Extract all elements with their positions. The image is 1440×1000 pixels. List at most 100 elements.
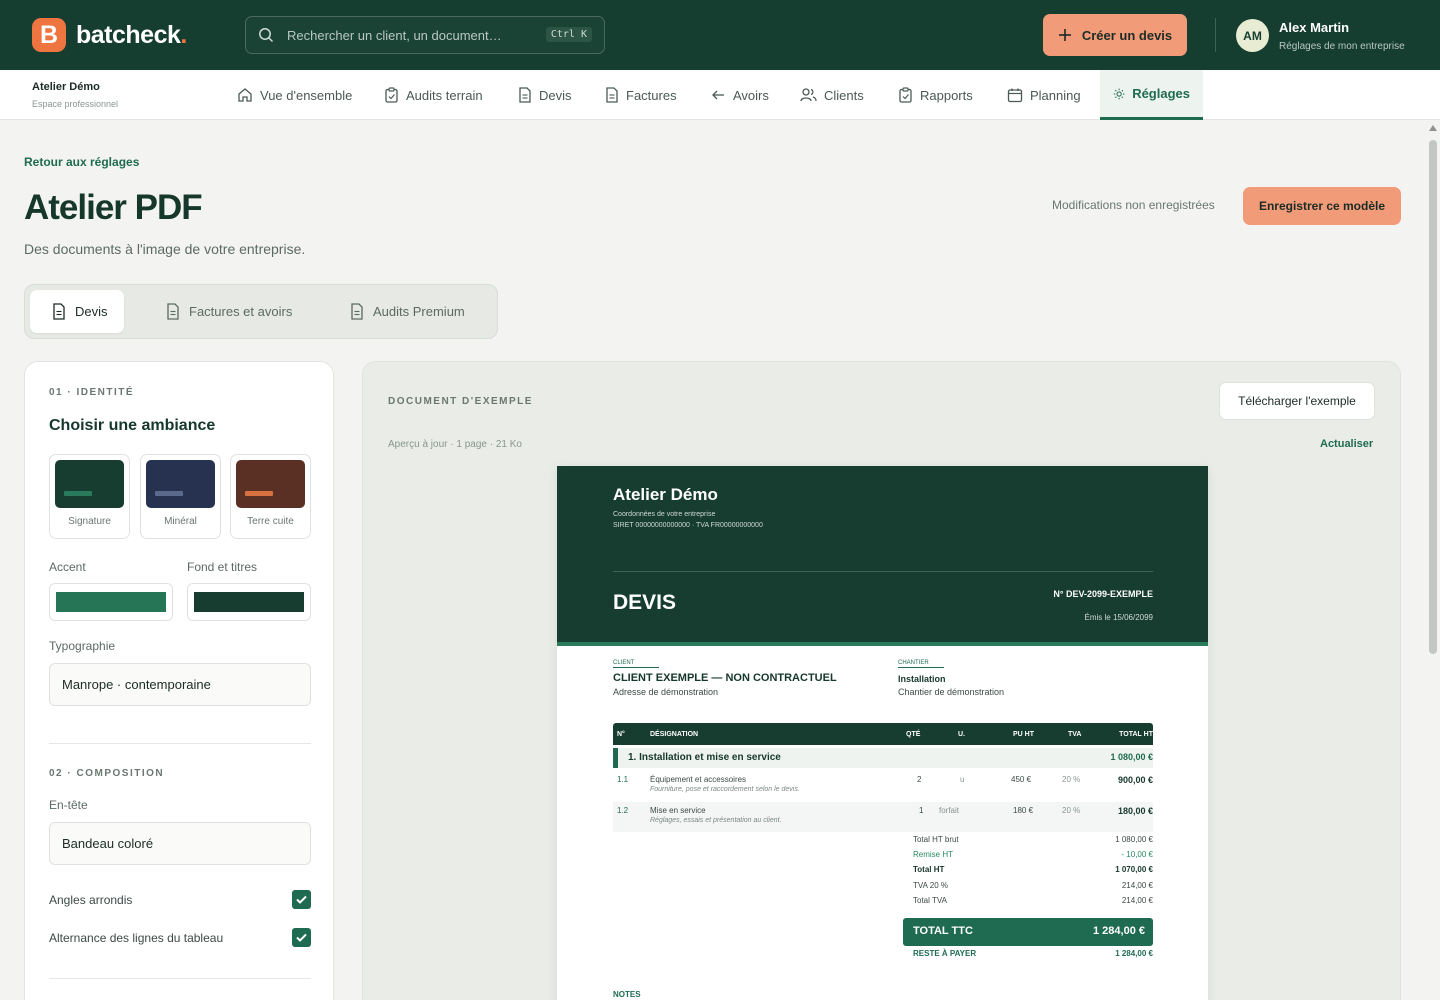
section-title: 1. Installation et mise en service xyxy=(628,752,781,763)
ambiance-option-signature[interactable]: Signature xyxy=(49,454,130,539)
org-name: Atelier Démo xyxy=(32,81,100,93)
rest-to-pay: RESTE À PAYER 1 284,00 € xyxy=(913,949,1153,958)
doc-notes-label: NOTES xyxy=(613,990,641,999)
zebra-rows-checkbox[interactable] xyxy=(292,928,311,947)
doc-company: Atelier Démo xyxy=(613,485,718,504)
page-scrollbar[interactable] xyxy=(1426,120,1440,1000)
check-icon xyxy=(296,933,307,942)
col-tva: TVA xyxy=(1068,731,1082,738)
row-unit-price: 450 € xyxy=(1011,775,1032,784)
section-total: 1 080,00 € xyxy=(1110,752,1153,762)
nav-item-avoirs[interactable]: Avoirs xyxy=(711,70,769,120)
nav-item-label: Vue d'ensemble xyxy=(260,87,353,103)
nav-item-rapports[interactable]: Rapports xyxy=(898,70,973,120)
rounded-corners-checkbox[interactable] xyxy=(292,890,311,909)
nav-item-factures[interactable]: Factures xyxy=(605,70,677,120)
col-qte: QTÉ xyxy=(906,731,921,738)
preview-label: DOCUMENT D'EXEMPLE xyxy=(388,396,533,407)
divider xyxy=(49,743,311,744)
doc-date: Émis le 15/06/2099 xyxy=(1084,613,1154,622)
org-subtitle: Espace professionnel xyxy=(32,99,119,109)
document-icon xyxy=(351,303,363,320)
user-name[interactable]: Alex Martin xyxy=(1279,20,1349,35)
preview-panel: DOCUMENT D'EXEMPLE Aperçu à jour · 1 pag… xyxy=(362,361,1401,1000)
ambiance-label: Minéral xyxy=(164,516,197,527)
back-link[interactable]: Retour aux réglages xyxy=(24,155,139,169)
create-quote-button[interactable]: Créer un devis xyxy=(1043,14,1187,56)
ambiance-label: Terre cuite xyxy=(247,516,294,527)
row-vat: 20 % xyxy=(1062,775,1081,784)
nav-item-audits[interactable]: Audits terrain xyxy=(384,70,483,120)
nav-item-label: Factures xyxy=(626,87,677,103)
row-unit: u xyxy=(960,775,965,784)
user-subtitle: Réglages de mon entreprise xyxy=(1279,41,1405,52)
tab-devis[interactable]: Devis xyxy=(30,290,124,333)
row-total: 900,00 € xyxy=(1117,775,1153,785)
nav-item-planning[interactable]: Planning xyxy=(1007,70,1081,120)
row-unit: forfait xyxy=(939,806,960,815)
row-qty: 2 xyxy=(917,775,922,784)
preview-meta: Aperçu à jour · 1 page · 21 Ko xyxy=(388,439,522,450)
row-total: 180,00 € xyxy=(1117,806,1153,816)
col-u: U. xyxy=(958,731,965,738)
ambiance-label: Signature xyxy=(68,516,111,527)
sum-row: Total HT brut 1 080,00 € xyxy=(913,835,1153,849)
row-label: Mise en service xyxy=(650,806,706,815)
page-title: Atelier PDF xyxy=(24,188,203,227)
typography-select[interactable]: Manrope · contemporaine xyxy=(49,663,311,706)
download-example-button[interactable]: Télécharger l'exemple xyxy=(1219,382,1375,420)
header-style-select[interactable]: Bandeau coloré xyxy=(49,822,311,865)
nav-item-devis[interactable]: Devis xyxy=(518,70,572,120)
check-icon xyxy=(296,895,307,904)
document-icon xyxy=(606,87,618,103)
doc-number: N° DEV-2099-EXEMPLE xyxy=(1053,589,1153,599)
ambiance-option-mineral[interactable]: Minéral xyxy=(140,454,221,539)
doc-client-name: CLIENT EXEMPLE — NON CONTRACTUEL xyxy=(613,672,837,684)
sum-label: Total TVA xyxy=(913,896,947,905)
fond-color-picker[interactable] xyxy=(187,583,311,621)
sum-row: Total HT 1 070,00 € xyxy=(913,865,1153,879)
document-preview: Atelier Démo Coordonnées de votre entrep… xyxy=(557,466,1208,1000)
col-n: N° xyxy=(617,731,625,738)
tab-audits-premium[interactable]: Audits Premium xyxy=(350,290,465,333)
settings-panel: 01 · IDENTITÉ Choisir une ambiance Signa… xyxy=(24,361,334,1000)
divider xyxy=(49,978,311,979)
doc-title: DEVIS xyxy=(613,591,677,614)
sum-value: 1 080,00 € xyxy=(1115,835,1153,844)
logo[interactable]: B batcheck. xyxy=(32,18,187,52)
doc-siret: SIRET 00000000000000 · TVA FR00000000000 xyxy=(613,522,763,529)
sum-label: TVA 20 % xyxy=(913,881,948,890)
row-description: Réglages, essais et présentation au clie… xyxy=(650,817,782,824)
table-row: 1.2 Mise en service Réglages, essais et … xyxy=(613,802,1153,832)
doc-client-label: CLIENT xyxy=(613,660,659,668)
ambiance-option-terre-cuite[interactable]: Terre cuite xyxy=(230,454,311,539)
nav-item-overview[interactable]: Vue d'ensemble xyxy=(237,70,352,120)
row-description: Fourniture, pose et raccordement selon l… xyxy=(650,786,800,793)
nav-item-clients[interactable]: Clients xyxy=(800,70,864,120)
plus-icon xyxy=(1058,29,1071,41)
clipboard-icon xyxy=(899,87,912,103)
scrollbar-thumb[interactable] xyxy=(1429,140,1437,654)
accent-color-picker[interactable] xyxy=(49,583,173,621)
nav-item-reglages[interactable]: Réglages xyxy=(1100,70,1203,120)
settings-icon xyxy=(1113,88,1125,99)
scroll-up-icon[interactable] xyxy=(1429,125,1437,131)
nav-item-label: Devis xyxy=(539,87,572,103)
avatar[interactable]: AM xyxy=(1236,19,1269,52)
total-ttc-value: 1 284,00 € xyxy=(1093,925,1145,937)
sum-value: 1 070,00 € xyxy=(1115,865,1153,874)
row-number: 1.1 xyxy=(617,775,629,784)
divider xyxy=(1215,18,1216,52)
home-icon xyxy=(238,88,252,102)
search-input[interactable]: Rechercher un client, un document… Ctrl … xyxy=(245,16,605,54)
save-template-button[interactable]: Enregistrer ce modèle xyxy=(1243,187,1401,225)
section-label-composition: 02 · COMPOSITION xyxy=(49,768,165,779)
sum-value: 214,00 € xyxy=(1121,881,1153,890)
sum-label: Total HT brut xyxy=(913,835,959,844)
refresh-link[interactable]: Actualiser xyxy=(1320,438,1373,450)
tab-factures-avoirs[interactable]: Factures et avoirs xyxy=(166,290,292,333)
logo-mark: B xyxy=(32,18,66,52)
shortcut-badge: Ctrl K xyxy=(545,27,592,42)
row-number: 1.2 xyxy=(617,806,629,815)
row-unit-price: 180 € xyxy=(1013,806,1034,815)
